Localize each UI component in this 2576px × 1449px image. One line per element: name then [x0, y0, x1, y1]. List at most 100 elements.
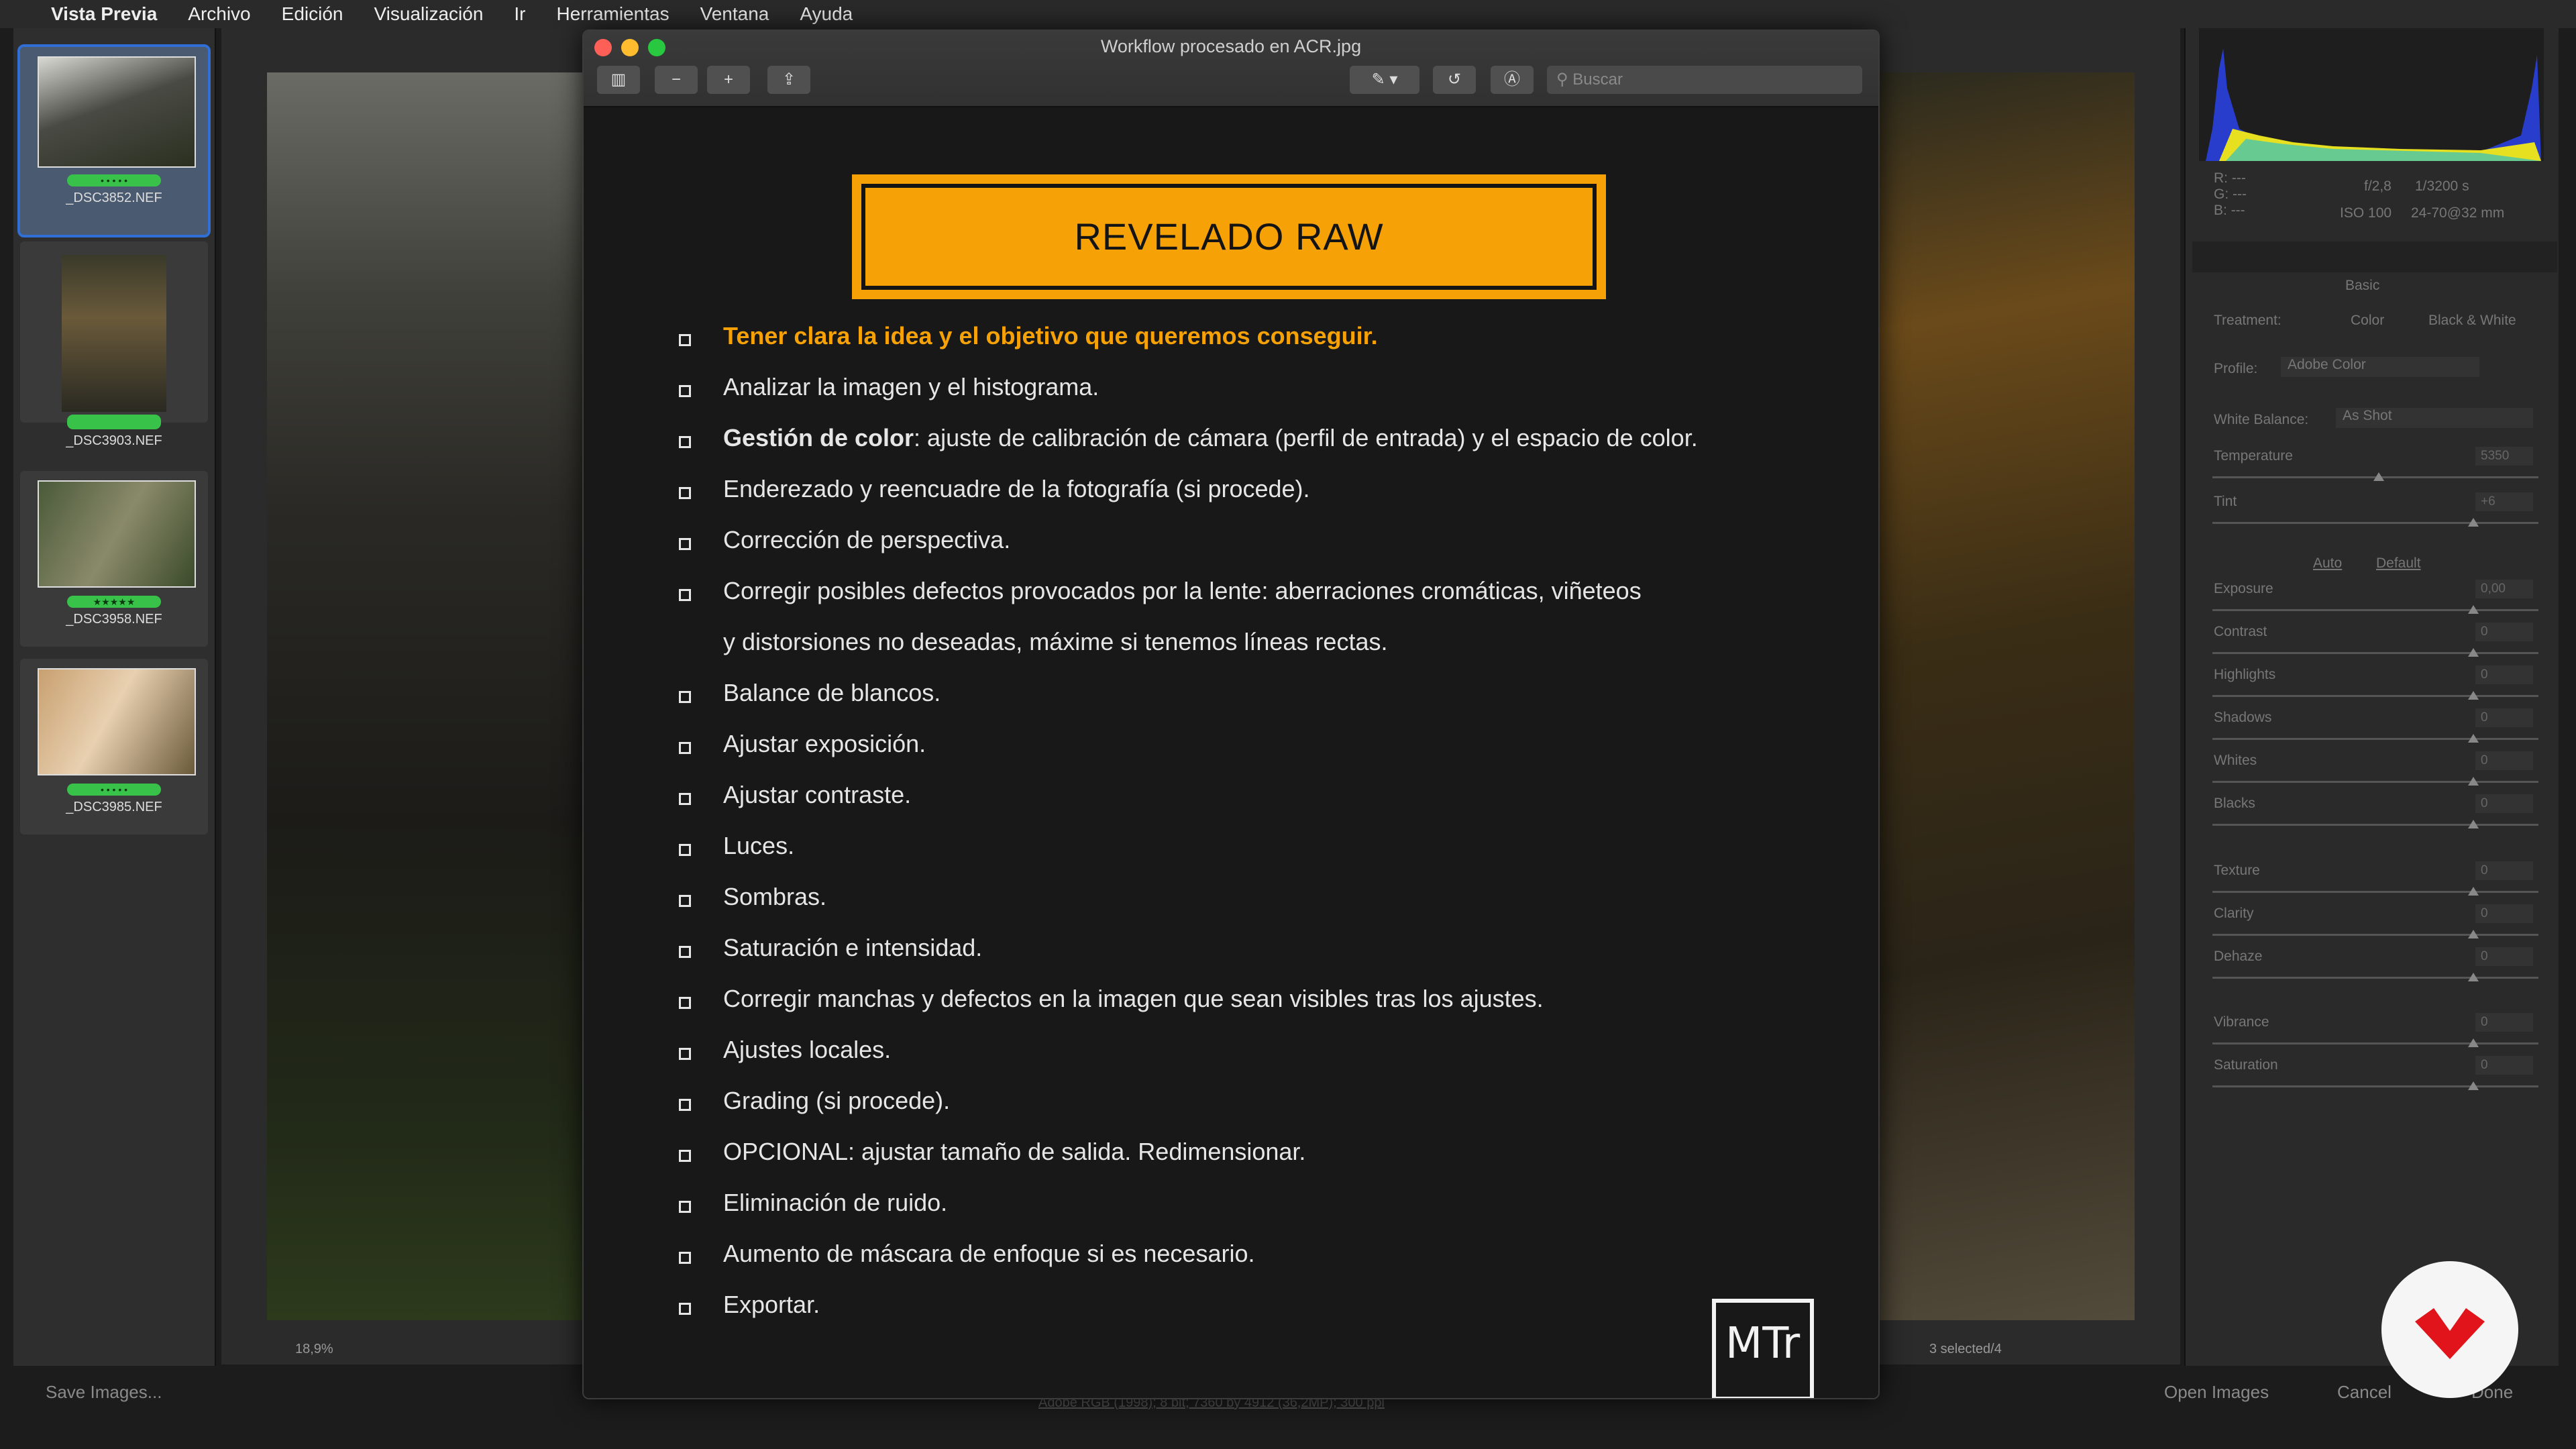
menu-ventana[interactable]: Ventana — [700, 3, 769, 25]
checklist-text-body: Balance de blancos. — [723, 679, 941, 706]
share-icon[interactable]: ⇪ — [767, 66, 810, 94]
slider-handle[interactable] — [2467, 777, 2479, 786]
auto-link[interactable]: Auto — [2313, 555, 2342, 572]
slider-handle[interactable] — [2467, 734, 2479, 743]
menu-bar: Vista Previa Archivo Edición Visualizaci… — [0, 0, 2576, 28]
slider-label: Texture — [2214, 863, 2260, 878]
slider-handle[interactable] — [2467, 887, 2479, 896]
zoom-in-icon[interactable]: + — [707, 66, 750, 94]
annotate-icon[interactable]: Ⓐ — [1491, 66, 1534, 94]
slider-value-field[interactable]: 0 — [2475, 623, 2533, 641]
markup-pen-icon[interactable]: ✎ ▾ — [1350, 66, 1419, 94]
slider-value-field[interactable]: 5350 — [2475, 447, 2533, 466]
filmstrip-item[interactable]: ★★★★★ _DSC3958.NEF — [20, 471, 208, 647]
slider-value-field[interactable]: 0 — [2475, 1056, 2533, 1075]
slider-value-field[interactable]: 0 — [2475, 751, 2533, 770]
zoom-out-icon[interactable]: − — [655, 66, 698, 94]
checkbox-icon — [679, 844, 691, 856]
checklist-text: Saturación e intensidad. — [723, 934, 982, 962]
slider-label: Clarity — [2214, 906, 2254, 921]
slider-handle[interactable] — [2467, 691, 2479, 700]
slider-value-field[interactable]: 0 — [2475, 794, 2533, 813]
menu-herramientas[interactable]: Herramientas — [557, 3, 669, 25]
search-icon: ⚲ — [1556, 70, 1568, 89]
checkbox-icon — [679, 538, 691, 550]
menu-ayuda[interactable]: Ayuda — [800, 3, 853, 25]
slider-handle[interactable] — [2467, 518, 2479, 527]
treatment-bw-radio[interactable]: Black & White — [2428, 313, 2516, 329]
slider-track[interactable] — [2212, 609, 2538, 611]
slider-handle[interactable] — [2373, 472, 2385, 481]
slider-track[interactable] — [2212, 738, 2538, 740]
slider-handle[interactable] — [2467, 930, 2479, 938]
slider-label: Dehaze — [2214, 949, 2263, 964]
slider-handle[interactable] — [2467, 973, 2479, 981]
slider-value-field[interactable]: 0 — [2475, 708, 2533, 727]
save-images-button[interactable]: Save Images... — [46, 1382, 162, 1403]
slider-handle[interactable] — [2467, 1038, 2479, 1047]
profile-select[interactable]: Adobe Color — [2281, 357, 2479, 377]
default-link[interactable]: Default — [2376, 555, 2421, 572]
document-image: REVELADO RAW Tener clara la idea y el ob… — [584, 107, 1878, 1398]
rating-bar[interactable]: ★★★★★ — [67, 596, 161, 608]
slider-handle[interactable] — [2467, 605, 2479, 614]
slider-handle[interactable] — [2467, 1081, 2479, 1090]
rating-bar[interactable]: • • • • • — [67, 174, 161, 186]
slider-handle[interactable] — [2467, 648, 2479, 657]
slider-track[interactable] — [2212, 824, 2538, 826]
iso: ISO 100 — [2340, 205, 2392, 221]
thumbnail-filename: _DSC3852.NEF — [66, 191, 162, 205]
slider-value-field[interactable]: 0,00 — [2475, 580, 2533, 598]
slider-value-field[interactable]: +6 — [2475, 492, 2533, 511]
slider-value-field[interactable]: 0 — [2475, 904, 2533, 923]
slider-track[interactable] — [2212, 977, 2538, 979]
checklist-text-body: Corregir manchas y defectos en la imagen… — [723, 985, 1544, 1012]
slider-track[interactable] — [2212, 1085, 2538, 1087]
menu-ir[interactable]: Ir — [514, 3, 525, 25]
slider-label: Saturation — [2214, 1057, 2278, 1073]
zoom-level[interactable]: 18,9% — [295, 1342, 333, 1357]
treatment-label: Treatment: — [2214, 313, 2282, 328]
filmstrip-item[interactable]: • • • • • _DSC3852.NEF — [17, 44, 211, 237]
filmstrip-item[interactable]: • • • • • _DSC3985.NEF — [20, 659, 208, 835]
search-field[interactable]: ⚲ Buscar — [1547, 66, 1862, 94]
adjustments-panel — [2184, 28, 2559, 1366]
slider-value-field[interactable]: 0 — [2475, 665, 2533, 684]
slider-value-field[interactable]: 0 — [2475, 861, 2533, 880]
slider-track[interactable] — [2212, 522, 2538, 524]
sidebar-toggle-icon[interactable]: ▥ — [597, 66, 640, 94]
rotate-icon[interactable]: ↺ — [1433, 66, 1476, 94]
checkbox-icon — [679, 946, 691, 958]
rating-bar[interactable]: • • • • • — [67, 784, 161, 796]
filmstrip-item[interactable]: _DSC3903.NEF — [20, 241, 208, 448]
slider-track[interactable] — [2212, 652, 2538, 654]
thumbnail-image — [38, 668, 196, 775]
menu-visualizacion[interactable]: Visualización — [374, 3, 483, 25]
panel-tabs[interactable] — [2192, 241, 2557, 272]
slider-label: Contrast — [2214, 624, 2267, 639]
rating-bar[interactable] — [67, 415, 161, 429]
slider-track[interactable] — [2212, 695, 2538, 697]
menu-edicion[interactable]: Edición — [282, 3, 343, 25]
open-images-button[interactable]: Open Images — [2164, 1382, 2269, 1403]
slider-track[interactable] — [2212, 934, 2538, 936]
menu-archivo[interactable]: Archivo — [188, 3, 250, 25]
checklist-text-body: Eliminación de ruido. — [723, 1189, 948, 1216]
slider-track[interactable] — [2212, 1042, 2538, 1044]
slider-value-field[interactable]: 0 — [2475, 1013, 2533, 1032]
wb-select[interactable]: As Shot — [2336, 408, 2533, 428]
thumbnail-filename: _DSC3903.NEF — [66, 433, 162, 448]
slider-handle[interactable] — [2467, 820, 2479, 828]
checklist-text: Ajustar exposición. — [723, 730, 926, 758]
checkbox-icon — [679, 385, 691, 397]
slider-track[interactable] — [2212, 781, 2538, 783]
checklist-text-body: Corregir posibles defectos provocados po… — [723, 577, 1642, 604]
checklist-text: Corrección de perspectiva. — [723, 526, 1010, 554]
menu-app-name[interactable]: Vista Previa — [51, 3, 157, 25]
checkbox-icon — [679, 1099, 691, 1111]
checkbox-icon — [679, 1201, 691, 1213]
checkbox-icon — [679, 895, 691, 907]
slider-value-field[interactable]: 0 — [2475, 947, 2533, 966]
treatment-color-radio[interactable]: Color — [2351, 313, 2384, 329]
slider-track[interactable] — [2212, 891, 2538, 893]
